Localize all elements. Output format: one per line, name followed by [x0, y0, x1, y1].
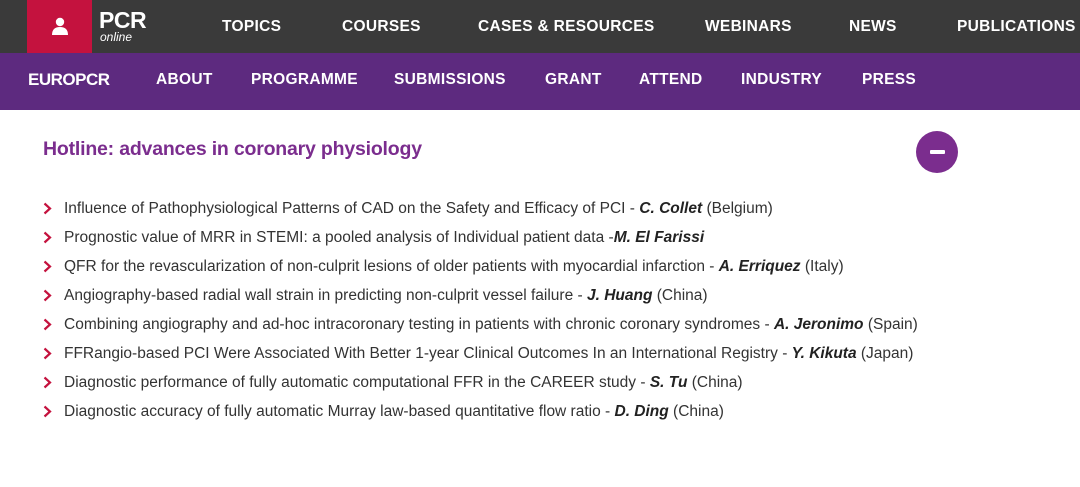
nav-webinars[interactable]: WEBINARS [705, 18, 792, 36]
nav-cases-resources[interactable]: CASES & RESOURCES [478, 18, 655, 36]
chevron-right-icon [43, 289, 52, 302]
nav-topics[interactable]: TOPICS [222, 18, 281, 36]
talk-country: (China) [652, 287, 708, 304]
talk-country: (China) [687, 374, 743, 391]
talk-item: Diagnostic performance of fully automati… [43, 371, 963, 394]
talk-item: QFR for the revascularization of non-cul… [43, 255, 963, 278]
talk-item: FFRangio-based PCI Were Associated With … [43, 342, 963, 365]
talk-speaker: A. Erriquez [718, 258, 801, 275]
collapse-button[interactable] [916, 131, 958, 173]
talk-title: FFRangio-based PCI Were Associated With … [64, 345, 792, 362]
talk-country: (China) [668, 403, 724, 420]
talk-title: Angiography-based radial wall strain in … [64, 287, 587, 304]
subnav-programme[interactable]: PROGRAMME [251, 71, 358, 89]
subnav-industry[interactable]: INDUSTRY [741, 71, 822, 89]
talk-item: Prognostic value of MRR in STEMI: a pool… [43, 226, 963, 249]
talk-item: Diagnostic accuracy of fully automatic M… [43, 400, 963, 423]
europcr-nav-bar: EUROPCR ABOUT PROGRAMME SUBMISSIONS GRAN… [0, 53, 1080, 110]
europcr-logo[interactable]: EUROPCR [28, 70, 110, 90]
subnav-submissions[interactable]: SUBMISSIONS [394, 71, 506, 89]
top-nav-bar: PCR online TOPICS COURSES CASES & RESOUR… [0, 0, 1080, 53]
talk-country: (Spain) [863, 316, 918, 333]
top-nav-menu: TOPICS COURSES CASES & RESOURCES WEBINAR… [0, 0, 1080, 53]
chevron-right-icon [43, 376, 52, 389]
session-title[interactable]: Hotline: advances in coronary physiology [43, 138, 422, 161]
talk-list: Influence of Pathophysiological Patterns… [43, 197, 963, 423]
chevron-right-icon [43, 231, 52, 244]
talk-item: Angiography-based radial wall strain in … [43, 284, 963, 307]
subnav-grant[interactable]: GRANT [545, 71, 602, 89]
chevron-right-icon [43, 202, 52, 215]
chevron-right-icon [43, 260, 52, 273]
talk-item: Influence of Pathophysiological Patterns… [43, 197, 963, 220]
subnav-press[interactable]: PRESS [862, 71, 916, 89]
subnav-attend[interactable]: ATTEND [639, 71, 703, 89]
talk-title: Diagnostic accuracy of fully automatic M… [64, 403, 615, 420]
talk-country: (Italy) [800, 258, 844, 275]
minus-icon [929, 150, 945, 154]
talk-speaker: C. Collet [639, 200, 703, 217]
talk-title: Combining angiography and ad-hoc intraco… [64, 316, 774, 333]
talk-speaker: D. Ding [614, 403, 669, 420]
talk-speaker: Y. Kikuta [791, 345, 857, 362]
talk-speaker: M. El Farissi [613, 229, 705, 246]
talk-title: Prognostic value of MRR in STEMI: a pool… [64, 229, 614, 246]
chevron-right-icon [43, 318, 52, 331]
talk-item: Combining angiography and ad-hoc intraco… [43, 313, 963, 336]
nav-publications[interactable]: PUBLICATIONS [957, 18, 1076, 36]
nav-courses[interactable]: COURSES [342, 18, 421, 36]
talk-country: (Belgium) [702, 200, 773, 217]
talk-country: (Japan) [856, 345, 914, 362]
talk-title: QFR for the revascularization of non-cul… [64, 258, 719, 275]
chevron-right-icon [43, 347, 52, 360]
talk-title: Influence of Pathophysiological Patterns… [64, 200, 640, 217]
talk-speaker: J. Huang [586, 287, 653, 304]
subnav-about[interactable]: ABOUT [156, 71, 213, 89]
talk-speaker: A. Jeronimo [773, 316, 864, 333]
talk-speaker: S. Tu [649, 374, 688, 391]
talk-title: Diagnostic performance of fully automati… [64, 374, 650, 391]
nav-news[interactable]: NEWS [849, 18, 897, 36]
chevron-right-icon [43, 405, 52, 418]
